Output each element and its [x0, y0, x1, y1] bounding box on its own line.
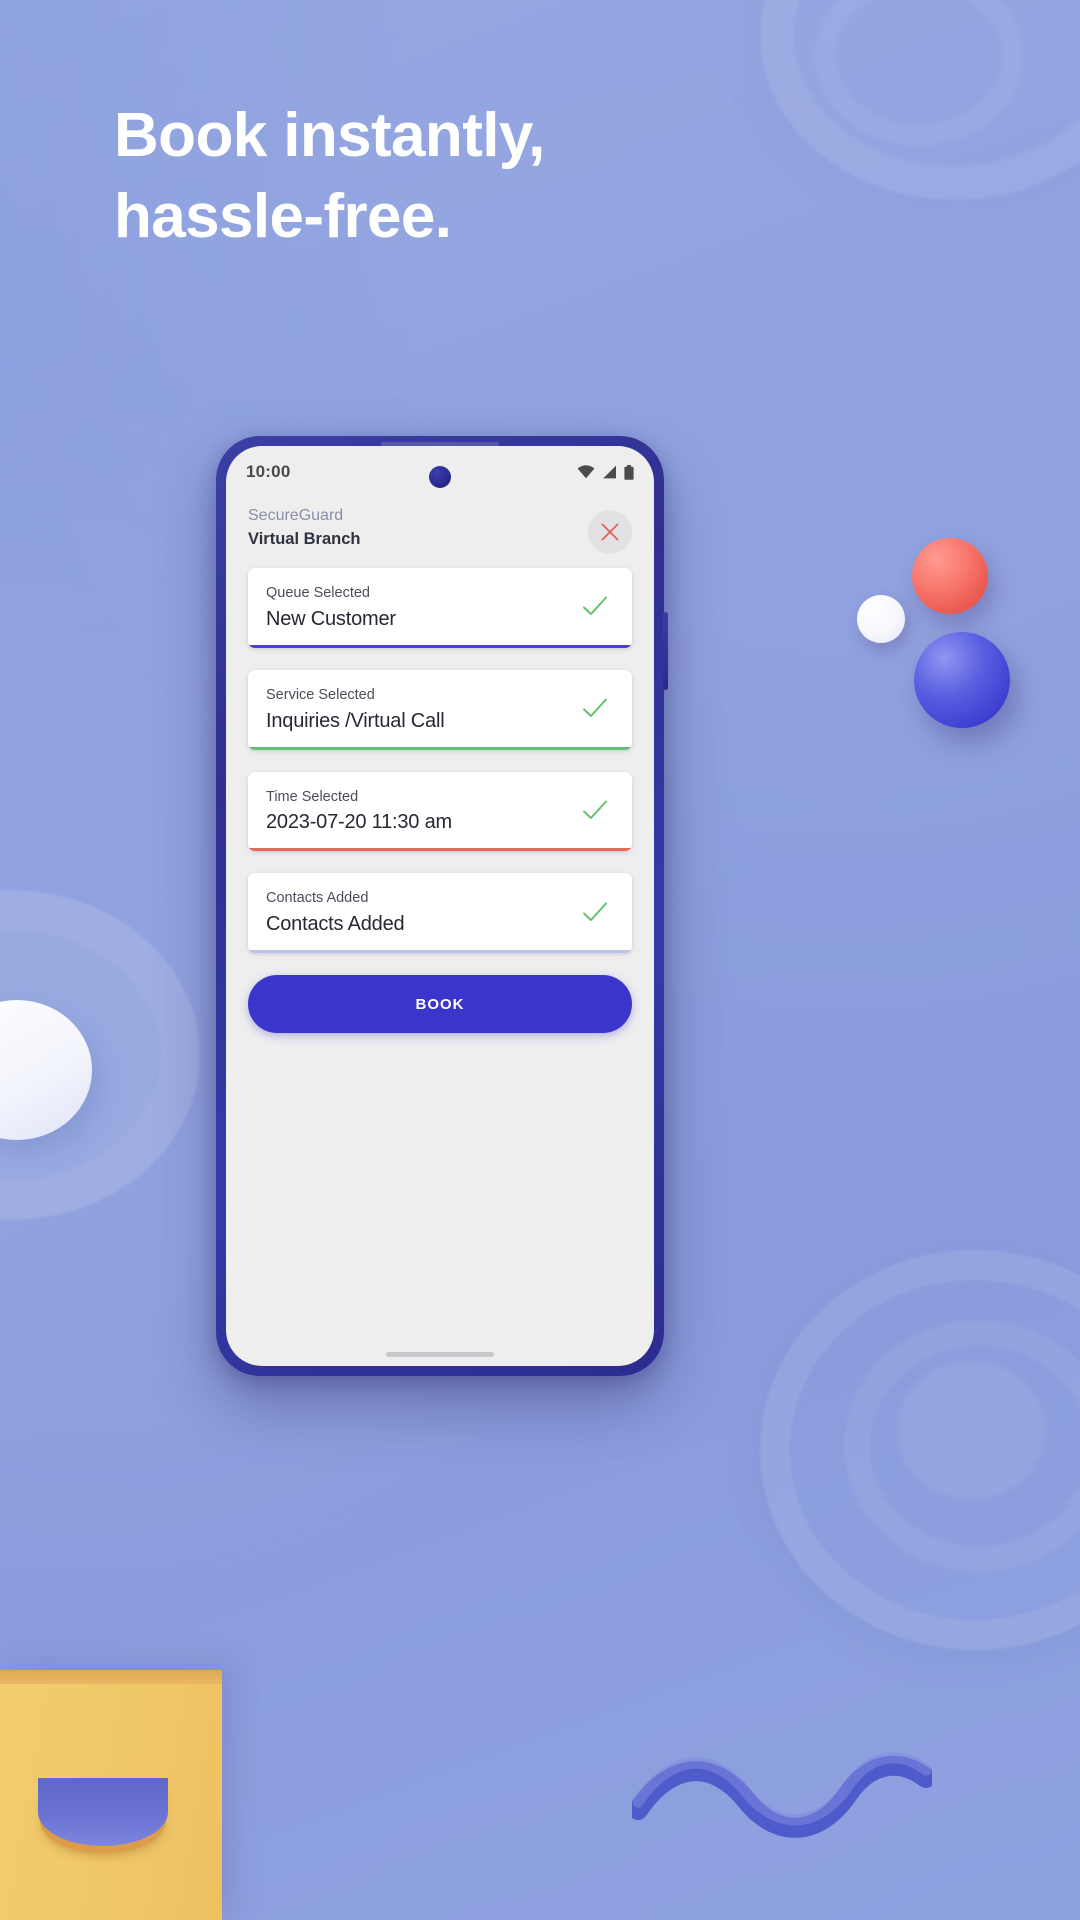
decorative-ring-bottom-right	[760, 1250, 1080, 1650]
summary-card-text: Contacts Added Contacts Added	[266, 888, 405, 937]
decorative-sphere-blue	[914, 632, 1010, 728]
summary-card-accent-bar	[248, 950, 632, 953]
check-icon	[583, 698, 607, 718]
status-bar-icons	[577, 464, 634, 480]
summary-card-label: Queue Selected	[266, 585, 370, 601]
summary-card-text: Time Selected 2023-07-20 11:30 am	[266, 787, 452, 836]
book-button[interactable]: BOOK	[248, 975, 632, 1033]
app-brand-name: SecureGuard	[248, 507, 344, 524]
headline-line-1: Book instantly,	[114, 101, 545, 170]
close-icon	[601, 523, 619, 541]
summary-card-label: Contacts Added	[266, 890, 369, 907]
promo-stage: Book instantly, hassle-free. 10:00 Secur…	[0, 0, 1080, 1920]
phone-power-button[interactable]	[663, 612, 668, 690]
wifi-icon	[577, 465, 595, 479]
summary-card-value: Inquiries /Virtual Call	[266, 709, 445, 732]
summary-card-value: Contacts Added	[266, 913, 405, 935]
signal-icon	[603, 465, 616, 479]
decorative-sphere-white	[857, 595, 905, 643]
check-icon	[583, 800, 607, 819]
summary-card-contacts[interactable]: Contacts Added Contacts Added	[248, 873, 632, 953]
app-page-title: Virtual Branch	[248, 530, 361, 548]
status-bar: 10:00	[226, 446, 654, 498]
close-button[interactable]	[588, 510, 632, 554]
decorative-blob-left	[0, 890, 200, 1220]
decorative-ring-bottom-right-inner	[844, 1320, 1080, 1572]
phone-mockup: 10:00 SecureGuard Virtual Branch Queue S…	[216, 436, 668, 1376]
summary-card-value: New Customer	[266, 607, 396, 630]
summary-card-label: Time Selected	[266, 788, 359, 805]
summary-card-accent-bar	[248, 644, 632, 648]
summary-card-queue[interactable]: Queue Selected New Customer	[248, 568, 632, 648]
summary-card-accent-bar	[248, 746, 632, 750]
battery-icon	[624, 464, 634, 480]
decorative-yellow-card	[0, 1670, 222, 1920]
decorative-white-egg-left	[0, 1000, 92, 1140]
decorative-wave	[632, 1752, 932, 1838]
app-header: SecureGuard Virtual Branch	[226, 498, 654, 568]
summary-card-list: Queue Selected New Customer Service Sele…	[226, 568, 654, 953]
yellow-card-top-edge	[0, 1670, 222, 1684]
check-icon	[583, 596, 607, 616]
summary-card-value: 2023-07-20 11:30 am	[266, 811, 452, 834]
app-brand-block: SecureGuard Virtual Branch	[248, 504, 360, 552]
summary-card-label: Service Selected	[266, 686, 375, 703]
decorative-circle-bottom-right-core	[896, 1360, 1046, 1500]
status-bar-time: 10:00	[246, 462, 291, 481]
navigation-pill[interactable]	[386, 1352, 494, 1357]
headline-line-2: hassle-free.	[114, 181, 452, 251]
summary-card-accent-bar	[248, 848, 632, 852]
summary-card-text: Queue Selected New Customer	[266, 583, 396, 632]
summary-card-text: Service Selected Inquiries /Virtual Call	[266, 685, 445, 734]
phone-screen: 10:00 SecureGuard Virtual Branch Queue S…	[226, 446, 654, 1366]
summary-card-service[interactable]: Service Selected Inquiries /Virtual Call	[248, 669, 632, 750]
decorative-sphere-red	[912, 538, 988, 614]
promo-headline: Book instantly, hassle-free.	[114, 96, 874, 257]
check-icon	[583, 902, 607, 921]
summary-card-time[interactable]: Time Selected 2023-07-20 11:30 am	[248, 771, 632, 852]
decorative-bowl-shape	[38, 1778, 168, 1846]
